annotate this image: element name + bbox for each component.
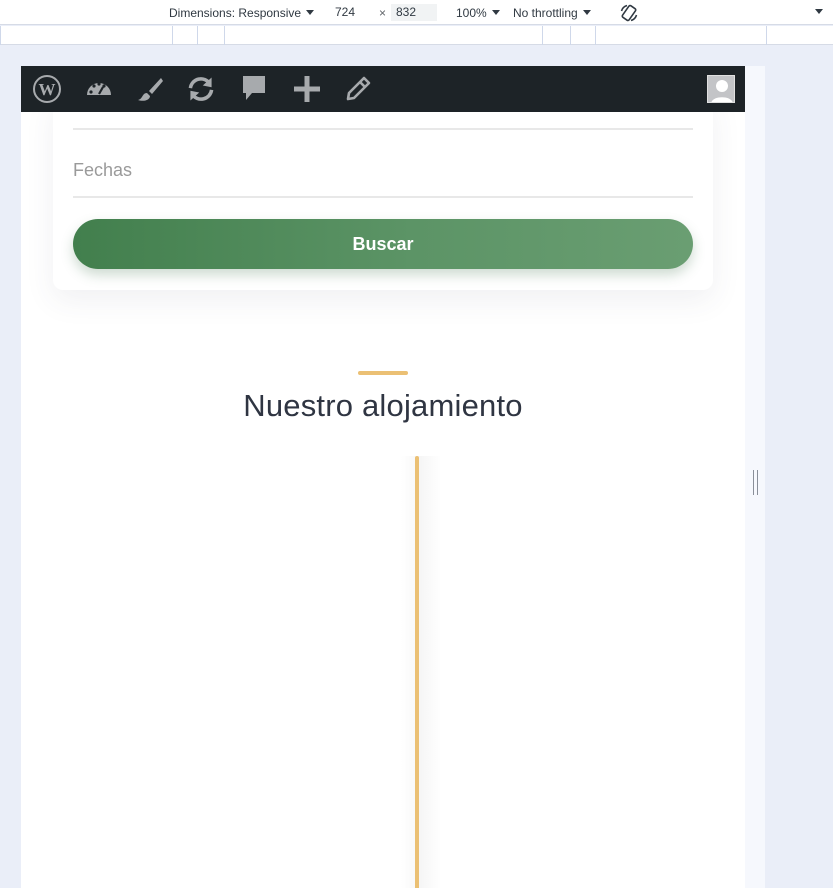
dimensions-label: Dimensions: Responsive xyxy=(169,6,302,20)
wordpress-logo-icon[interactable]: W xyxy=(32,74,62,104)
height-input[interactable] xyxy=(391,4,437,21)
zoom-dropdown[interactable]: 100% xyxy=(456,5,500,21)
search-button[interactable]: Buscar xyxy=(73,219,693,269)
ruler-segment[interactable] xyxy=(595,26,596,45)
wp-admin-bar: W xyxy=(21,66,745,112)
chevron-down-icon xyxy=(306,10,315,15)
throttling-dropdown[interactable]: No throttling xyxy=(513,5,591,21)
comments-icon[interactable] xyxy=(239,74,269,104)
ruler-segment[interactable] xyxy=(172,26,173,45)
devtools-device-toolbar: Dimensions: Responsive × 100% No throttl… xyxy=(0,0,833,25)
ruler-segment[interactable] xyxy=(224,26,225,45)
ruler-segment[interactable] xyxy=(766,26,767,45)
edit-pencil-icon[interactable] xyxy=(343,74,373,104)
more-options-icon[interactable] xyxy=(815,4,823,20)
timeline-glow xyxy=(401,456,441,888)
ruler-segment[interactable] xyxy=(0,26,1,45)
width-input[interactable] xyxy=(330,4,376,21)
user-avatar[interactable] xyxy=(707,75,735,103)
page-viewport: Fechas Buscar W Nuestro alojamiento xyxy=(21,66,745,888)
section-accent-bar xyxy=(358,371,408,375)
chevron-down-icon xyxy=(815,9,823,14)
throttling-label: No throttling xyxy=(513,6,578,20)
zoom-label: 100% xyxy=(456,6,487,20)
dashboard-icon[interactable] xyxy=(84,74,114,104)
search-card: Fechas Buscar xyxy=(53,96,713,290)
media-query-ruler xyxy=(0,26,833,45)
svg-text:W: W xyxy=(39,80,56,99)
ruler-segment[interactable] xyxy=(570,26,571,45)
chevron-down-icon xyxy=(582,10,591,15)
section-title: Nuestro alojamiento xyxy=(243,388,523,423)
customize-brush-icon[interactable] xyxy=(135,74,165,104)
new-content-plus-icon[interactable] xyxy=(292,74,322,104)
dimensions-dropdown[interactable]: Dimensions: Responsive xyxy=(169,5,315,21)
times-separator: × xyxy=(379,6,387,20)
field-divider xyxy=(73,196,693,198)
timeline-line xyxy=(415,456,419,888)
dates-field[interactable]: Fechas xyxy=(73,160,132,181)
ruler-segment[interactable] xyxy=(542,26,543,45)
ruler-segment[interactable] xyxy=(197,26,198,45)
rotate-icon[interactable] xyxy=(619,3,639,27)
chevron-down-icon xyxy=(491,10,500,15)
viewport-resize-handle[interactable] xyxy=(753,470,758,495)
field-divider xyxy=(73,128,693,130)
updates-icon[interactable] xyxy=(186,74,216,104)
